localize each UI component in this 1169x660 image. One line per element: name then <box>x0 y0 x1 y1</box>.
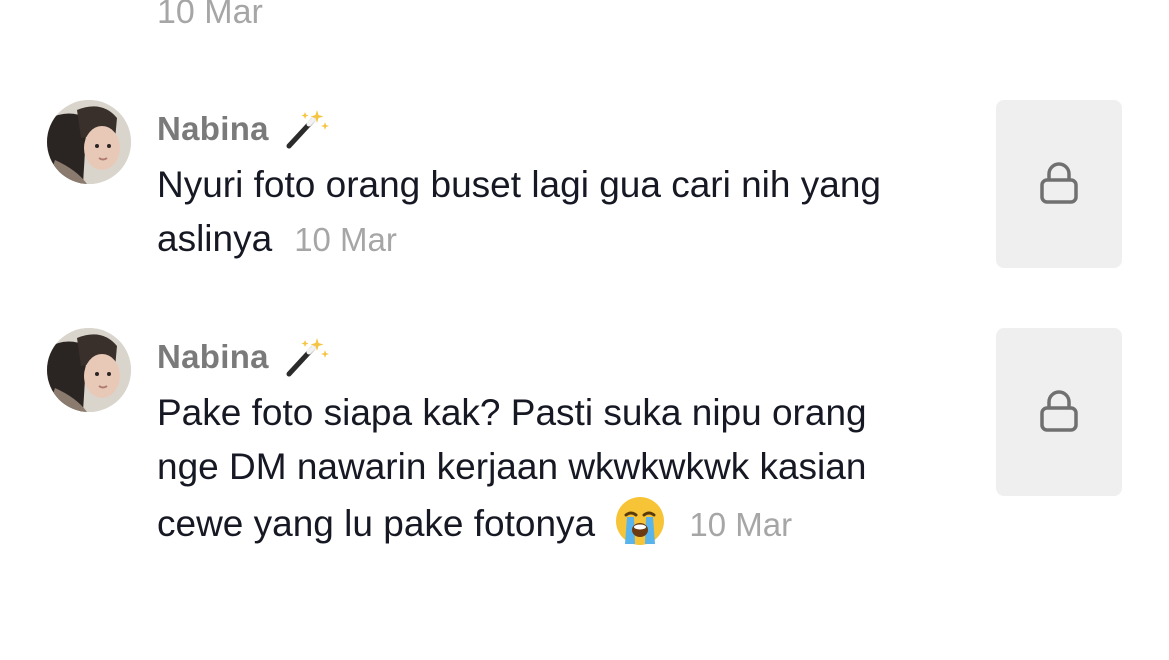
video-thumbnail[interactable] <box>996 100 1122 268</box>
lock-icon <box>1039 162 1079 206</box>
avatar[interactable] <box>47 100 131 184</box>
comment-author-row: Nabina <box>157 108 329 150</box>
comment-date: 10 Mar <box>689 506 793 543</box>
video-thumbnail[interactable] <box>996 328 1122 496</box>
lock-icon <box>1039 390 1079 434</box>
comment-text: Nyuri foto orang buset lagi gua cari nih… <box>157 158 917 267</box>
crying-face-emoji <box>613 494 667 548</box>
previous-comment-date: 10 Mar <box>157 0 263 31</box>
comment-author-name[interactable]: Nabina <box>157 338 269 376</box>
magic-wand-icon <box>283 108 329 150</box>
comments-screen: 10 Mar Nabina Nyuri foto orang buset lag… <box>0 0 1169 660</box>
comment-author-row: Nabina <box>157 336 329 378</box>
comment-text: Pake foto siapa kak? Pasti suka nipu ora… <box>157 386 917 552</box>
comment-author-name[interactable]: Nabina <box>157 110 269 148</box>
magic-wand-icon <box>283 336 329 378</box>
avatar[interactable] <box>47 328 131 412</box>
comment-date: 10 Mar <box>294 221 397 258</box>
comment-message: Nyuri foto orang buset lagi gua cari nih… <box>157 164 881 259</box>
